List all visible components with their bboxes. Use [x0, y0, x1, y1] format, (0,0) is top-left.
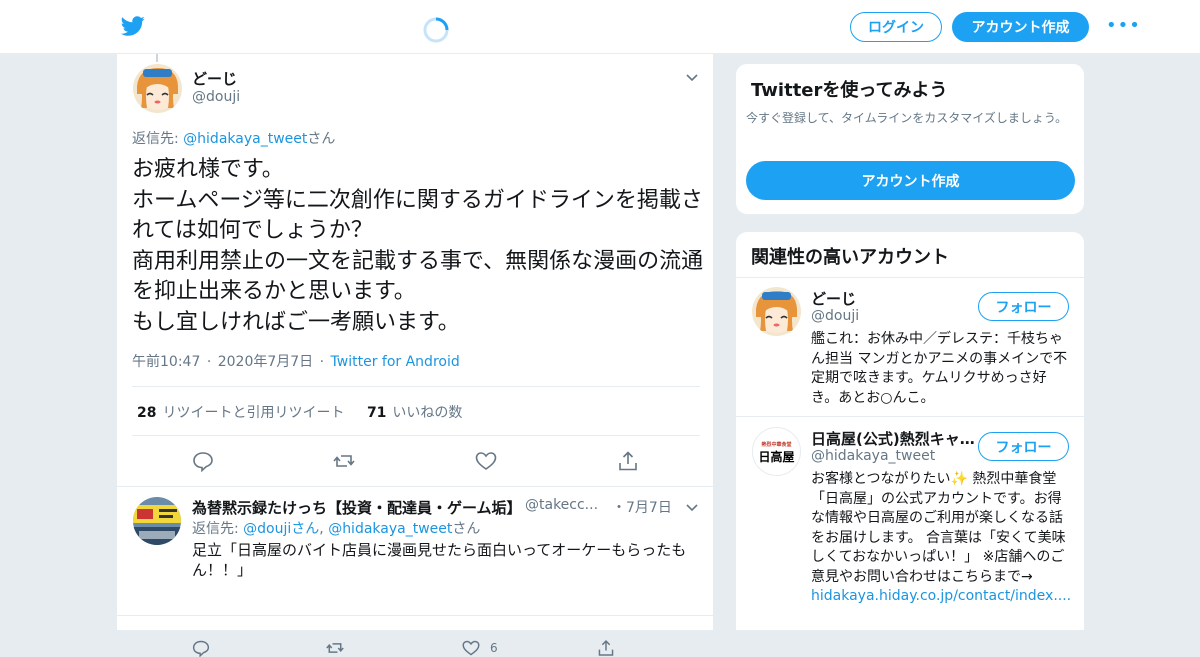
reply-to-prefix: 返信先: — [132, 131, 184, 147]
reply-to-suffix: さん — [307, 131, 336, 147]
retweet-stat[interactable]: 28 リツイートと引用リツイート — [137, 405, 344, 421]
tweet-date[interactable]: 2020年7月7日 — [218, 354, 313, 370]
reply-like-count: 6 — [490, 641, 498, 655]
avatar-logo-subtitle: 熱烈中華食堂 — [761, 442, 792, 448]
account-bio-text: 熱烈中華食堂「日高屋」の公式アカウントです。お得な情報や日高屋のご利用が楽しくな… — [811, 471, 1066, 585]
related-accounts-card: 関連性の高いアカウント どーじ @douji フォロー 艦これ：お休み中／デレス… — [735, 231, 1085, 630]
tweet-source[interactable]: Twitter for Android — [331, 354, 460, 370]
more-dots-icon[interactable]: ••• — [1106, 16, 1140, 36]
account-bio-link[interactable]: hidakaya.hiday.co.jp/contact/index.... — [811, 587, 1073, 607]
reply-to-suffix: さん — [452, 521, 481, 537]
follow-button[interactable]: フォロー — [978, 292, 1069, 321]
meta-dot: · — [319, 354, 325, 370]
signup-button[interactable]: アカウント作成 — [952, 12, 1089, 42]
avatar[interactable] — [133, 497, 181, 545]
tweet-stats: 28 リツイートと引用リツイート 71 いいねの数 — [137, 402, 462, 422]
divider — [132, 435, 700, 436]
account-handle[interactable]: @douji — [811, 308, 859, 324]
reply-icon[interactable] — [192, 450, 214, 472]
divider — [736, 416, 1084, 417]
account-bio-text: お客様とつながりたい — [811, 471, 951, 487]
chevron-down-icon[interactable] — [685, 70, 699, 84]
signup-card-button[interactable]: アカウント作成 — [746, 161, 1075, 200]
reply-icon[interactable] — [192, 639, 210, 657]
avatar[interactable] — [133, 64, 182, 113]
avatar-logo-title: 日高屋 — [758, 450, 795, 464]
retweet-icon[interactable] — [333, 450, 355, 472]
share-icon[interactable] — [597, 639, 615, 657]
related-accounts-title: 関連性の高いアカウント — [751, 247, 949, 268]
reply-tweet[interactable]: 為替黙示録たけっち【投資・配達員・ゲーム垢】 @takecc... ・7月7日 … — [117, 486, 713, 657]
author-display-name[interactable]: どーじ — [192, 68, 237, 89]
reply-date[interactable]: ・7月7日 — [612, 497, 672, 517]
tweet-text: お疲れ様です。 ホームページ等に二次創作に関するガイドラインを掲載されては如何で… — [132, 157, 704, 335]
like-stat[interactable]: 71 いいねの数 — [367, 405, 462, 421]
like-icon[interactable] — [462, 639, 480, 657]
tweet-metadata: 午前10:47 · 2020年7月7日 · Twitter for Androi… — [132, 351, 460, 371]
divider — [132, 386, 700, 387]
twitter-bird-icon[interactable] — [120, 14, 146, 38]
reply-to-link[interactable]: @hidakaya_tweet — [183, 131, 307, 147]
account-bio: お客様とつながりたい✨ 熱烈中華食堂「日高屋」の公式アカウントです。お得な情報や… — [811, 470, 1073, 607]
signup-card: Twitterを使ってみよう 今すぐ登録して、タイムラインをカスタマイズしましょ… — [735, 63, 1085, 215]
reply-to-line: 返信先: @hidakaya_tweetさん — [132, 128, 335, 148]
meta-dot: · — [206, 354, 212, 370]
signup-card-title: Twitterを使ってみよう — [751, 80, 948, 101]
retweet-icon[interactable] — [326, 639, 344, 657]
follow-button[interactable]: フォロー — [978, 432, 1069, 461]
retweet-label: リツイートと引用リツイート — [162, 405, 345, 421]
tweet-detail-column: どーじ @douji 返信先: @hidakaya_tweetさん お疲れ様です… — [116, 54, 714, 657]
sparkle-icon: ✨ — [950, 471, 968, 487]
reply-author-handle[interactable]: @takecc... — [525, 497, 598, 513]
reply-to-line: 返信先: @doujiさん, @hidakaya_tweetさん — [192, 518, 480, 538]
like-count: 71 — [366, 405, 387, 421]
tweet-time[interactable]: 午前10:47 — [132, 354, 200, 370]
account-name[interactable]: どーじ — [811, 288, 976, 309]
divider — [736, 277, 1084, 278]
reply-author-name[interactable]: 為替黙示録たけっち【投資・配達員・ゲーム垢】 — [192, 497, 522, 518]
account-name[interactable]: 日高屋(公式)熱烈キャ... — [811, 428, 976, 449]
like-icon[interactable] — [475, 450, 497, 472]
avatar-illustration — [133, 497, 181, 545]
retweet-count: 28 — [137, 405, 157, 421]
login-button[interactable]: ログイン — [850, 12, 942, 42]
thread-line — [156, 54, 158, 62]
avatar[interactable]: 熱烈中華食堂 日高屋 — [752, 427, 801, 476]
reply-to-link[interactable]: @doujiさん — [243, 521, 319, 537]
reply-to-separator: , — [319, 521, 329, 537]
reply-text: 足立「日高屋のバイト店員に漫画見せたら面白いってオーケーもらったもん！！」 — [192, 541, 687, 579]
account-bio: 艦これ：お休み中／デレステ：千枝ちゃん担当 マンガとかアニメの事メインで不定期で… — [811, 331, 1068, 406]
divider — [117, 615, 713, 616]
account-handle[interactable]: @hidakaya_tweet — [811, 448, 935, 464]
top-navigation-bar: ログイン アカウント作成 ••• — [0, 0, 1200, 54]
share-icon[interactable] — [617, 450, 639, 472]
signup-card-description: 今すぐ登録して、タイムラインをカスタマイズしましょう。 — [746, 111, 1068, 125]
loading-spinner-icon — [423, 17, 449, 43]
avatar-illustration — [133, 64, 182, 113]
author-handle[interactable]: @douji — [192, 89, 240, 105]
like-label: いいねの数 — [392, 405, 463, 421]
reply-to-link[interactable]: @hidakaya_tweet — [328, 521, 452, 537]
avatar-illustration — [752, 287, 801, 336]
avatar[interactable] — [752, 287, 801, 336]
chevron-down-icon[interactable] — [685, 500, 699, 514]
reply-to-prefix: 返信先: — [192, 521, 244, 537]
